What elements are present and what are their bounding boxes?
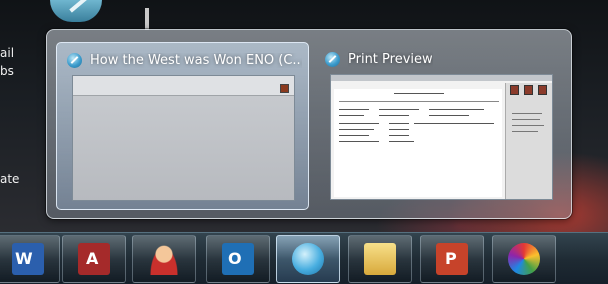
taskbar-button-outlook[interactable]	[206, 235, 270, 283]
thumbnail-header: How the West was Won ENO (C...	[67, 51, 302, 69]
app-globe-icon	[67, 52, 82, 68]
taskbar-button-word[interactable]	[0, 235, 60, 283]
window-thumbnail-print-preview[interactable]: Print Preview	[315, 42, 567, 210]
desktop-label-3[interactable]: ate	[0, 172, 19, 186]
word-icon	[12, 243, 44, 275]
folder-icon	[364, 243, 396, 275]
window-preview-image	[330, 74, 553, 200]
outlook-icon	[222, 243, 254, 275]
powerpoint-icon	[436, 243, 468, 275]
preview-titlebar	[331, 75, 552, 81]
thumbnail-title: Print Preview	[348, 51, 433, 67]
app-globe-icon	[292, 243, 324, 275]
taskbar-button-active-app[interactable]	[276, 235, 340, 283]
thumbnail-title: How the West was Won ENO (C...	[90, 52, 302, 68]
preview-report-page	[334, 89, 502, 197]
person-headset-icon	[148, 243, 180, 275]
taskbar-button-access[interactable]	[62, 235, 126, 283]
thumbnail-header: Print Preview	[325, 50, 561, 68]
desktop-shortcut-icon[interactable]	[50, 0, 102, 22]
preview-side-panel	[505, 83, 552, 199]
preview-logo-icon	[280, 84, 289, 93]
desktop-shortcut-icon-2[interactable]	[145, 8, 149, 30]
taskbar-button-contact[interactable]	[132, 235, 196, 283]
taskbar-button-paint[interactable]	[492, 235, 556, 283]
window-preview-image	[72, 75, 295, 201]
taskbar-button-powerpoint[interactable]	[420, 235, 484, 283]
desktop-label-1[interactable]: ail	[0, 46, 14, 60]
preview-toolbar	[73, 76, 294, 96]
access-icon	[78, 243, 110, 275]
taskbar	[0, 232, 608, 284]
paint-palette-icon	[508, 243, 540, 275]
taskbar-button-explorer[interactable]	[348, 235, 412, 283]
window-thumbnail-eno[interactable]: How the West was Won ENO (C...	[56, 42, 309, 210]
app-globe-icon	[325, 51, 340, 67]
desktop-label-2[interactable]: bs	[0, 64, 14, 78]
taskbar-thumbnail-flyout: How the West was Won ENO (C... Print Pre…	[46, 29, 572, 219]
